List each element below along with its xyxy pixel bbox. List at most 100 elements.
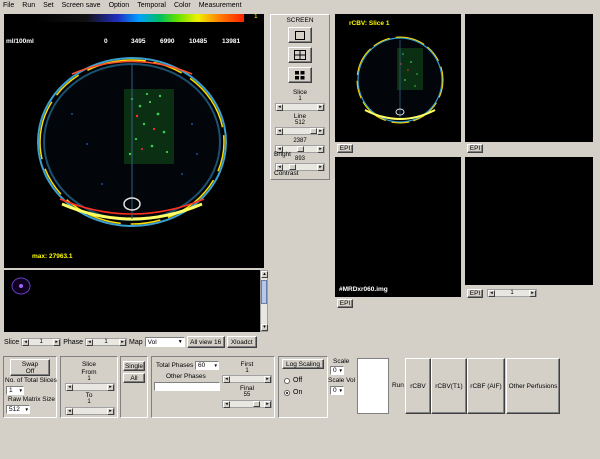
scroll-down-icon[interactable]: ▾ bbox=[261, 324, 268, 331]
all-view-button[interactable]: All view 16 bbox=[186, 336, 225, 348]
menu-option[interactable]: Option bbox=[109, 2, 130, 9]
log-on-radio[interactable]: On bbox=[284, 389, 302, 396]
final-slider-thumb[interactable] bbox=[253, 401, 260, 407]
line-slider[interactable]: ◂ ▸ bbox=[275, 127, 325, 135]
contrast-label: Contrast bbox=[274, 170, 299, 177]
menu-set[interactable]: Set bbox=[43, 2, 54, 9]
viewport-bottom-left[interactable]: #MRDxr060.img bbox=[335, 157, 461, 297]
scale-select[interactable]: 0 ▼ bbox=[330, 366, 344, 375]
layout-single-button[interactable] bbox=[288, 27, 312, 43]
menu-temporal[interactable]: Temporal bbox=[137, 2, 166, 9]
chevron-right-icon[interactable]: ▸ bbox=[119, 338, 127, 346]
scale-vol-select[interactable]: 0 ▼ bbox=[330, 386, 344, 395]
other-phases-input[interactable] bbox=[154, 382, 220, 391]
from-label: From bbox=[81, 369, 97, 376]
final-value: 55 bbox=[243, 392, 251, 398]
raw-matrix-label: Raw Matrix Size bbox=[8, 396, 55, 403]
epi-button-tr[interactable]: EPI bbox=[467, 144, 483, 153]
viewport-filename: #MRDxr060.img bbox=[339, 286, 388, 293]
single-all-group: Single All bbox=[120, 356, 148, 418]
line-slider-thumb[interactable] bbox=[310, 128, 317, 134]
main-image-view[interactable]: 1 ml/100ml 0 3495 6990 10485 13981 max: … bbox=[4, 13, 264, 268]
all-button[interactable]: All bbox=[123, 373, 145, 383]
epi-button-br[interactable]: EPI bbox=[467, 289, 483, 298]
epi-button-tl[interactable]: EPI bbox=[337, 144, 353, 153]
preview-strip[interactable] bbox=[4, 270, 260, 332]
scale-vol-label: Scale Vol bbox=[328, 377, 356, 384]
chevron-left-icon[interactable]: ◂ bbox=[66, 383, 73, 391]
screen-slice-slider[interactable]: ◂ ▸ bbox=[275, 103, 325, 111]
viewport-title: rCBV: Slice 1 bbox=[349, 20, 390, 27]
rcbf-aif-button[interactable]: rCBF (AIF) bbox=[467, 358, 505, 414]
chevron-left-icon[interactable]: ◂ bbox=[488, 289, 495, 297]
chevron-right-icon[interactable]: ▸ bbox=[53, 338, 61, 346]
first-slider[interactable]: ◂ ▸ bbox=[222, 375, 272, 383]
screen-slice-value: 1 bbox=[298, 96, 302, 102]
swap-button[interactable]: Swap Off bbox=[10, 359, 50, 376]
viewport-bottom-right[interactable] bbox=[465, 157, 593, 285]
slice-slider[interactable]: ◂ 1 ▸ bbox=[21, 338, 62, 346]
chevron-left-icon[interactable]: ◂ bbox=[86, 338, 94, 346]
first-value: 1 bbox=[245, 368, 249, 374]
preview-vscrollbar[interactable]: ▴ ▾ bbox=[260, 270, 268, 332]
scale-vol-value: 0 bbox=[333, 387, 337, 394]
final-slider[interactable]: ◂ ▸ bbox=[222, 400, 272, 408]
chevron-right-icon[interactable]: ▸ bbox=[529, 289, 536, 297]
total-phases-select[interactable]: 60 ▼ bbox=[195, 361, 219, 370]
chevron-right-icon[interactable]: ▸ bbox=[317, 163, 324, 171]
main-controls-row: Slice ◂ 1 ▸ Phase ◂ 1 ▸ Map Vol ▼ All vi… bbox=[4, 336, 268, 348]
total-slices-value: 1 bbox=[9, 387, 13, 394]
chevron-right-icon[interactable]: ▸ bbox=[317, 103, 324, 111]
layout-multi-button[interactable] bbox=[288, 67, 312, 83]
chevron-left-icon[interactable]: ◂ bbox=[22, 338, 30, 346]
scroll-up-icon[interactable]: ▴ bbox=[261, 271, 268, 278]
bright-value: 2387 bbox=[293, 138, 307, 144]
rcbv-button[interactable]: rCBV bbox=[405, 358, 431, 414]
rcbv-t1-button[interactable]: rCBV(T1) bbox=[431, 358, 467, 414]
chevron-right-icon[interactable]: ▸ bbox=[107, 383, 114, 391]
single-button[interactable]: Single bbox=[123, 361, 145, 371]
scroll-thumb[interactable] bbox=[261, 280, 267, 304]
chevron-left-icon[interactable]: ◂ bbox=[223, 400, 230, 408]
chevron-right-icon[interactable]: ▸ bbox=[264, 400, 271, 408]
map-select[interactable]: Vol ▼ bbox=[144, 337, 185, 347]
menu-color[interactable]: Color bbox=[174, 2, 191, 9]
swap-label: Swap bbox=[21, 360, 39, 368]
menu-measurement[interactable]: Measurement bbox=[199, 2, 242, 9]
to-slider[interactable]: ◂ ▸ bbox=[65, 407, 115, 415]
epi-button-bl[interactable]: EPI bbox=[337, 299, 353, 308]
radio-icon bbox=[284, 377, 290, 384]
menu-bar: File Run Set Screen save Option Temporal… bbox=[0, 0, 600, 10]
chevron-down-icon: ▼ bbox=[213, 363, 218, 368]
log-scaling-button[interactable]: Log Scaling bbox=[282, 359, 324, 369]
viewport-top-right[interactable] bbox=[465, 14, 593, 142]
chevron-left-icon[interactable]: ◂ bbox=[223, 375, 230, 383]
colorbar-tick-3: 10485 bbox=[189, 38, 208, 45]
chevron-right-icon[interactable]: ▸ bbox=[107, 407, 114, 415]
menu-run[interactable]: Run bbox=[22, 2, 35, 9]
chevron-left-icon[interactable]: ◂ bbox=[276, 103, 283, 111]
chevron-right-icon[interactable]: ▸ bbox=[317, 127, 324, 135]
chevron-left-icon[interactable]: ◂ bbox=[276, 127, 283, 135]
phase-slider[interactable]: ◂ 1 ▸ bbox=[85, 338, 128, 346]
menu-file[interactable]: File bbox=[3, 2, 14, 9]
bright-slider-thumb[interactable] bbox=[296, 146, 304, 152]
chevron-right-icon[interactable]: ▸ bbox=[264, 375, 271, 383]
viewport-top-left[interactable]: rCBV: Slice 1 bbox=[335, 14, 461, 142]
raw-matrix-select[interactable]: 512 ▼ bbox=[6, 405, 30, 414]
xloadct-button[interactable]: Xloadct bbox=[226, 336, 257, 348]
chevron-left-icon[interactable]: ◂ bbox=[66, 407, 73, 415]
log-off-radio[interactable]: Off bbox=[284, 377, 302, 384]
chevron-right-icon[interactable]: ▸ bbox=[317, 145, 324, 153]
menu-screen-save[interactable]: Screen save bbox=[62, 2, 101, 9]
slice-value: 1 bbox=[39, 339, 43, 345]
total-slices-select[interactable]: 1 ▼ bbox=[6, 386, 24, 395]
from-slider[interactable]: ◂ ▸ bbox=[65, 383, 115, 391]
grid-4-icon bbox=[294, 50, 306, 60]
other-perfusions-button[interactable]: Other Perfusions bbox=[506, 358, 560, 414]
unit-label: ml/100ml bbox=[6, 38, 34, 45]
contrast-value: 893 bbox=[294, 156, 305, 162]
layout-quad-button[interactable] bbox=[288, 47, 312, 63]
viewport-br-slider[interactable]: ◂ 1 ▸ bbox=[487, 289, 537, 297]
total-phases-label: Total Phases bbox=[156, 362, 194, 369]
